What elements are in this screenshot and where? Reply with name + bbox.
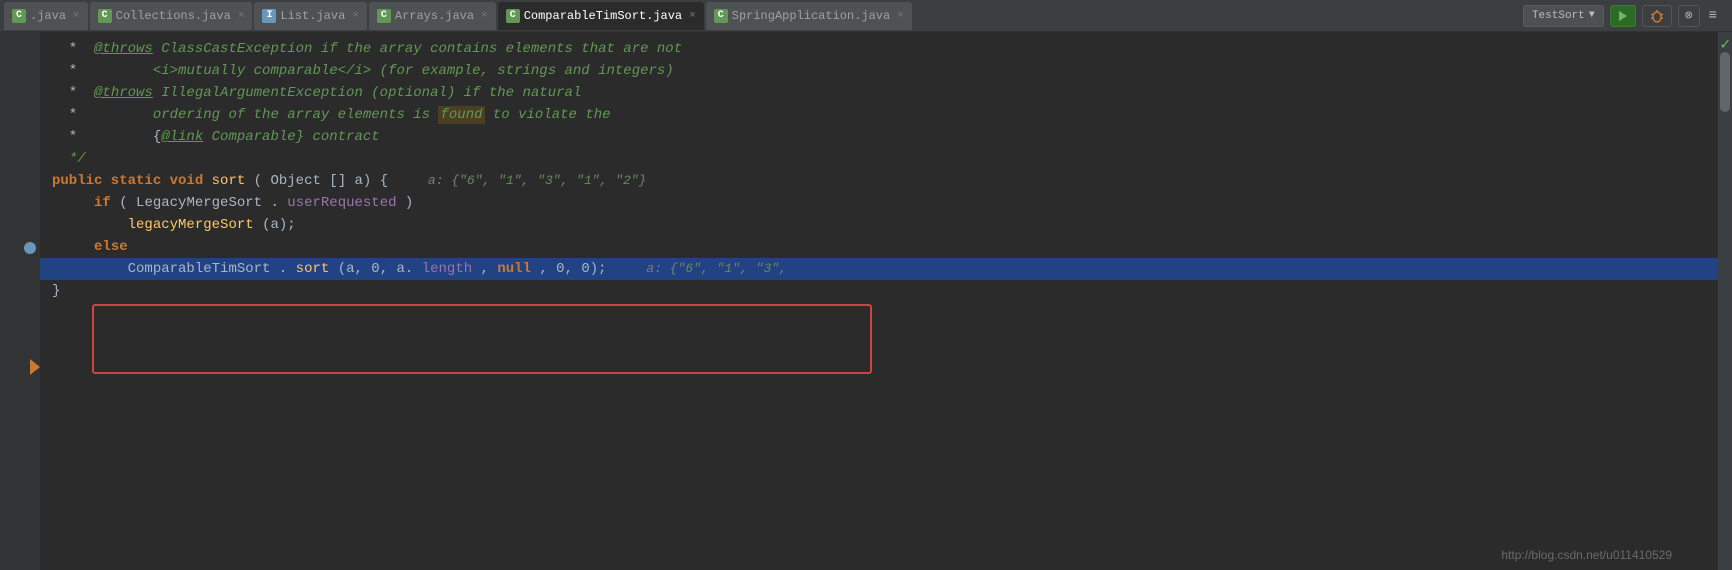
tab-icon-arrays: C (377, 9, 391, 23)
tab-icon-springapplication: C (714, 9, 728, 23)
run-config-label: TestSort (1532, 10, 1585, 22)
tab-label-comparabletimsort: ComparableTimSort.java (524, 9, 682, 23)
tab-icon-java1: C (12, 9, 26, 23)
code-area: * @throws ClassCastException if the arra… (40, 32, 1718, 570)
tab-close-collections[interactable]: × (238, 10, 245, 22)
code-line-1: * @throws ClassCastException if the arra… (40, 38, 1718, 60)
tab-overflow-button[interactable]: ≡ (1706, 8, 1720, 24)
tab-collections[interactable]: C Collections.java × (90, 2, 253, 30)
tab-icon-comparabletimsort: C (506, 9, 520, 23)
code-line-11: ComparableTimSort . sort (a, 0, a. lengt… (40, 258, 1718, 280)
network-icon: ⊗ (1685, 8, 1693, 23)
code-line-8: if ( LegacyMergeSort . userRequested ) (40, 192, 1718, 214)
code-line-10: else (40, 236, 1718, 258)
scrollbar[interactable]: ✓ (1718, 32, 1732, 570)
code-line-6: */ (40, 148, 1718, 170)
code-line-4: * ordering of the array elements is foun… (40, 104, 1718, 126)
tab-comparabletimsort[interactable]: C ComparableTimSort.java × (498, 2, 704, 30)
tab-close-comparabletimsort[interactable]: × (689, 10, 696, 22)
tab-arrays[interactable]: C Arrays.java × (369, 2, 496, 30)
tab-close-java1[interactable]: × (73, 10, 80, 22)
dropdown-arrow-icon: ▼ (1589, 10, 1595, 21)
tab-list[interactable]: I List.java × (254, 2, 366, 30)
code-line-7: public static void sort ( Object [] a) {… (40, 170, 1718, 192)
tab-label-springapplication: SpringApplication.java (732, 9, 890, 23)
network-button[interactable]: ⊗ (1678, 5, 1700, 27)
tab-close-springapplication[interactable]: × (897, 10, 904, 22)
run-triangle-icon (1619, 11, 1627, 21)
code-line-12: } (40, 280, 1718, 302)
code-line-3: * @throws IllegalArgumentException (opti… (40, 82, 1718, 104)
watermark: http://blog.csdn.net/u011410529 (1501, 548, 1672, 562)
tab-icon-collections: C (98, 9, 112, 23)
overflow-icon: ≡ (1709, 8, 1717, 24)
tab-springapplication[interactable]: C SpringApplication.java × (706, 2, 912, 30)
debug-button[interactable] (1642, 5, 1672, 27)
code-line-2: * <i>mutually comparable</i> (for exampl… (40, 60, 1718, 82)
run-button[interactable] (1610, 5, 1636, 27)
tab-close-list[interactable]: × (352, 10, 359, 22)
code-line-5: * {@link Comparable} contract (40, 126, 1718, 148)
code-lines: * @throws ClassCastException if the arra… (40, 32, 1718, 308)
code-line-9: legacyMergeSort (a); (40, 214, 1718, 236)
line-gutter (0, 32, 40, 570)
tab-label-list: List.java (280, 9, 345, 23)
tab-close-arrays[interactable]: × (481, 10, 488, 22)
tab-label-java1: .java (30, 9, 66, 23)
bug-icon (1649, 8, 1665, 24)
tab-java1[interactable]: C .java × (4, 2, 88, 30)
execution-arrow (30, 359, 40, 375)
editor-container: * @throws ClassCastException if the arra… (0, 32, 1732, 570)
selection-box (92, 304, 872, 374)
run-config-dropdown[interactable]: TestSort ▼ (1523, 5, 1604, 27)
checkmark-icon: ✓ (1720, 34, 1730, 54)
tab-icon-list: I (262, 9, 276, 23)
found-highlight: found (438, 106, 484, 124)
tab-label-arrays: Arrays.java (395, 9, 474, 23)
scrollbar-thumb[interactable] (1720, 52, 1730, 112)
bookmark-marker (24, 242, 36, 254)
tab-label-collections: Collections.java (116, 9, 231, 23)
tab-bar: C .java × C Collections.java × I List.ja… (0, 0, 1732, 32)
